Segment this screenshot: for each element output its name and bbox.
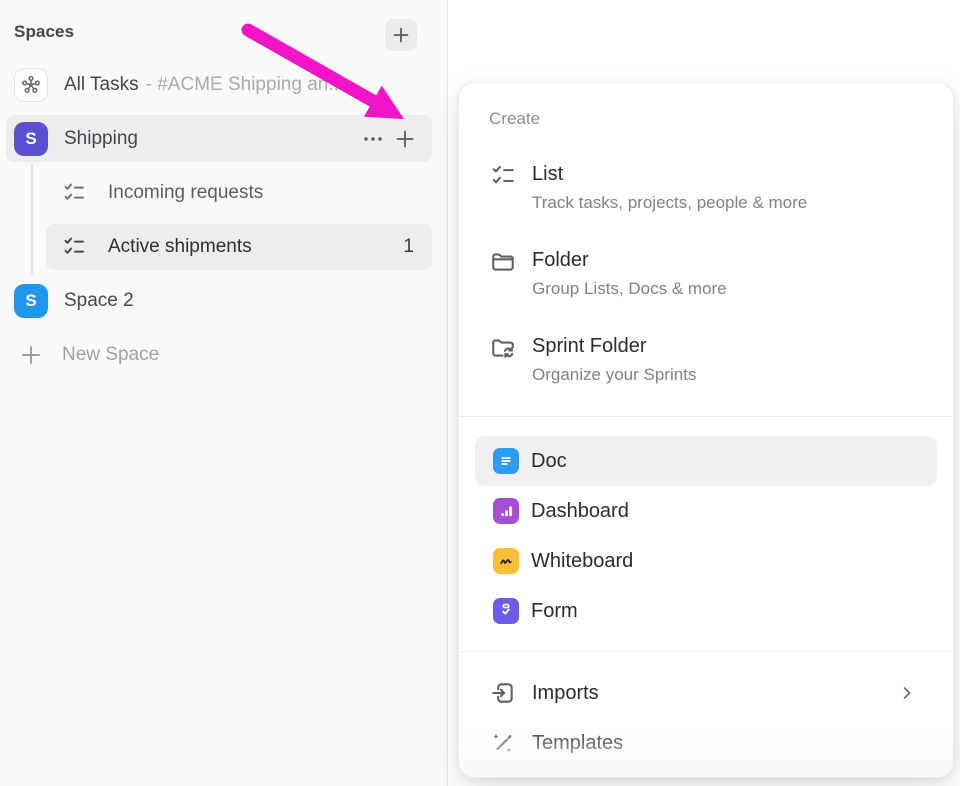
folder-item-description: Group Lists, Docs & more [532, 276, 727, 302]
menu-item-list[interactable]: List Track tasks, projects, people & mor… [459, 145, 953, 231]
all-tasks-label: All Tasks [64, 74, 139, 96]
ellipsis-icon [362, 128, 384, 150]
shipping-add-button[interactable] [392, 126, 418, 152]
whiteboard-icon [493, 548, 519, 574]
create-section-title: Create [489, 109, 953, 129]
footer-items-group: Imports Templates [459, 652, 953, 768]
active-shipments-label: Active shipments [108, 236, 252, 258]
shipping-label: Shipping [64, 128, 138, 150]
menu-item-imports[interactable]: Imports [475, 668, 937, 718]
menu-item-sprint-folder[interactable]: Sprint Folder Organize your Sprints [459, 317, 953, 403]
sprint-folder-item-title: Sprint Folder [532, 332, 696, 360]
menu-item-doc[interactable]: Doc [475, 436, 937, 486]
form-icon [493, 598, 519, 624]
create-items-group: List Track tasks, projects, people & mor… [459, 145, 953, 403]
new-space-label: New Space [62, 344, 159, 366]
folder-icon [490, 249, 516, 275]
wand-icon [490, 730, 516, 756]
list-item-description: Track tasks, projects, people & more [532, 190, 807, 216]
chevron-right-icon [897, 683, 917, 703]
menu-item-whiteboard[interactable]: Whiteboard [475, 536, 937, 586]
whiteboard-item-title: Whiteboard [531, 550, 633, 573]
sidebar-item-incoming-requests[interactable]: Incoming requests [46, 170, 432, 216]
plus-icon [18, 342, 44, 368]
dashboard-item-title: Dashboard [531, 500, 629, 523]
sprint-folder-icon [490, 335, 516, 361]
tree-indent-line [31, 164, 33, 274]
space2-avatar: S [14, 284, 48, 318]
plus-icon [391, 25, 411, 45]
menu-item-folder[interactable]: Folder Group Lists, Docs & more [459, 231, 953, 317]
menu-item-dashboard[interactable]: Dashboard [475, 486, 937, 536]
shipping-space-avatar: S [14, 122, 48, 156]
incoming-requests-label: Incoming requests [108, 182, 263, 204]
space2-label: Space 2 [64, 290, 134, 312]
spaces-add-button[interactable] [385, 19, 417, 51]
checklist-icon [62, 235, 86, 259]
dashboard-icon [493, 498, 519, 524]
list-item-title: List [532, 160, 807, 188]
plus-icon [394, 128, 416, 150]
sidebar-item-new-space[interactable]: New Space [6, 332, 432, 378]
all-tasks-suffix: - #ACME Shipping an... [146, 74, 345, 96]
sidebar: Spaces All Tasks - #ACME Shipping an... [0, 0, 448, 786]
menu-item-form[interactable]: Form [475, 586, 937, 636]
menu-item-templates[interactable]: Templates [475, 718, 937, 768]
checklist-icon [62, 181, 86, 205]
active-shipments-count: 1 [403, 236, 414, 258]
checklist-icon [490, 163, 516, 189]
templates-item-title: Templates [532, 732, 623, 755]
shipping-more-button[interactable] [360, 126, 386, 152]
sprint-folder-item-description: Organize your Sprints [532, 362, 696, 388]
doc-item-title: Doc [531, 450, 567, 473]
hub-icon [14, 68, 48, 102]
folder-item-title: Folder [532, 246, 727, 274]
imports-item-title: Imports [532, 682, 599, 705]
view-items-group: Doc Dashboard Whiteboard [459, 417, 953, 651]
sidebar-item-all-tasks[interactable]: All Tasks - #ACME Shipping an... [6, 62, 432, 108]
sidebar-item-shipping[interactable]: S Shipping [6, 115, 432, 162]
form-item-title: Form [531, 600, 578, 623]
import-icon [490, 680, 516, 706]
spaces-section-title: Spaces [14, 22, 74, 42]
doc-icon [493, 448, 519, 474]
sidebar-item-active-shipments[interactable]: Active shipments 1 [46, 224, 432, 270]
sidebar-item-space-2[interactable]: S Space 2 [6, 278, 432, 324]
create-menu-popup: Create List Track tasks, projects, peopl… [458, 82, 954, 778]
